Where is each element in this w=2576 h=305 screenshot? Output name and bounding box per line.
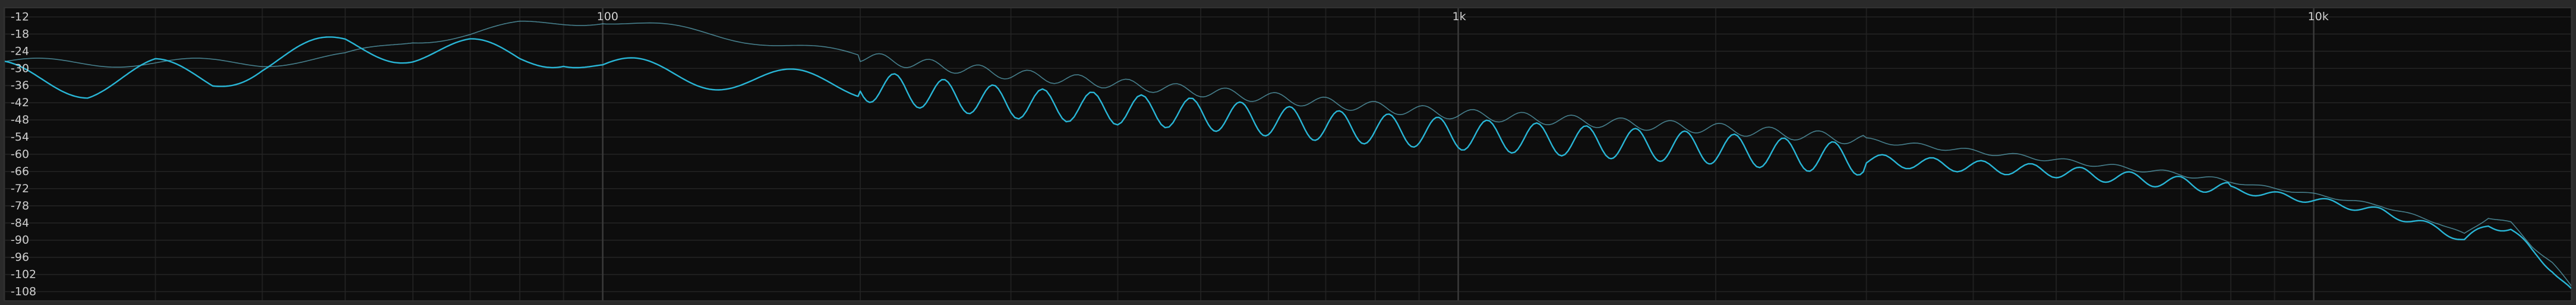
live-spectrum-line xyxy=(5,36,2571,290)
y-tick-label: -24 xyxy=(11,45,29,58)
y-tick-label: -108 xyxy=(11,285,36,298)
spectrum-chart: -12 -18 -24 -30 -36 -42 -48 -54 -60 -66 -72 -78 -84 -… xyxy=(5,8,2571,300)
y-tick-label: -54 xyxy=(11,131,29,144)
x-tick-label: 10k xyxy=(2308,10,2329,23)
y-tick-label: -102 xyxy=(11,268,36,281)
spectrum-analyzer: -12 -18 -24 -30 -36 -42 -48 -54 -60 -66 -72 -78 -84 -… xyxy=(0,0,2576,305)
y-tick-label: -66 xyxy=(11,165,29,178)
y-tick-label: -96 xyxy=(11,251,29,264)
y-tick-label: -90 xyxy=(11,234,29,247)
y-tick-label: -48 xyxy=(11,113,29,126)
y-tick-label: -18 xyxy=(11,27,29,40)
y-tick-label: -12 xyxy=(11,10,29,23)
y-tick-label: -30 xyxy=(11,62,29,75)
major-grid xyxy=(5,8,2571,300)
y-tick-label: -60 xyxy=(11,148,29,161)
series-layer xyxy=(5,20,2571,290)
x-tick-label: 100 xyxy=(597,10,618,23)
y-tick-label: -36 xyxy=(11,79,29,92)
y-tick-label: -84 xyxy=(11,217,29,230)
y-tick-label: -42 xyxy=(11,96,29,109)
y-tick-label: -72 xyxy=(11,182,29,195)
spectrum-plot-area: -12 -18 -24 -30 -36 -42 -48 -54 -60 -66 -72 -78 -84 -… xyxy=(4,7,2572,301)
y-tick-label: -78 xyxy=(11,199,29,212)
x-tick-label: 1k xyxy=(1453,10,1466,23)
